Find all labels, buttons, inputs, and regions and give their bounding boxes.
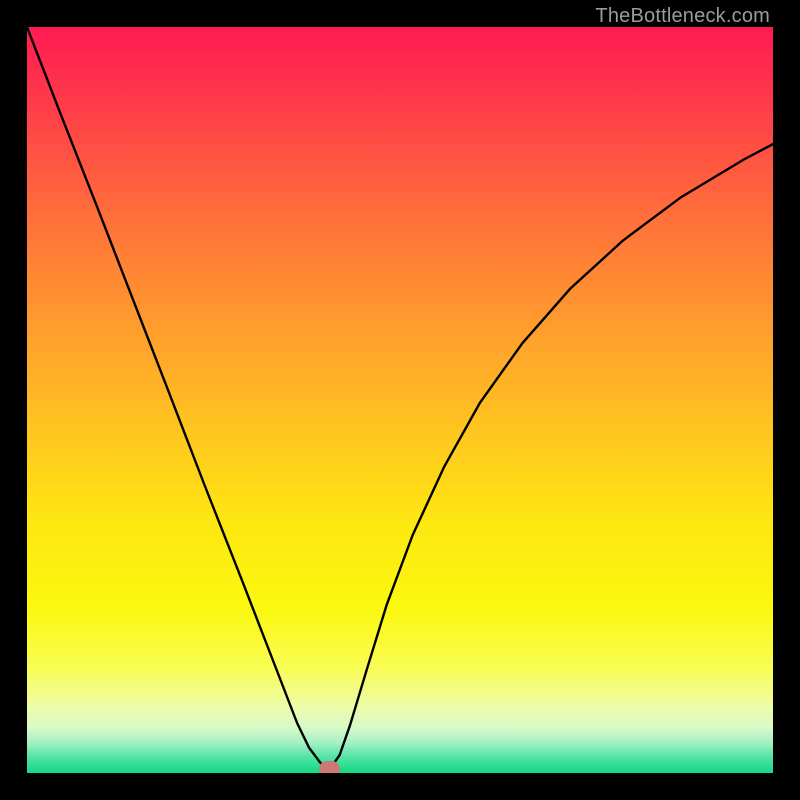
bottleneck-curve (27, 27, 773, 773)
plot-area (27, 27, 773, 773)
watermark-text: TheBottleneck.com (595, 5, 770, 28)
outer-frame: TheBottleneck.com (0, 0, 800, 800)
optimum-marker (319, 761, 340, 773)
